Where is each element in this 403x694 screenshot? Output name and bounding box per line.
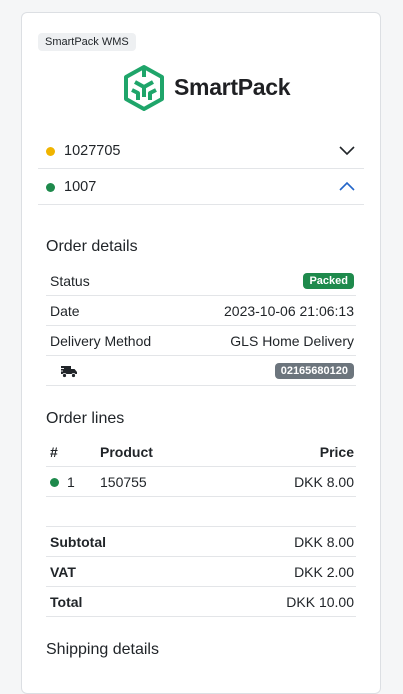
chevron-down-icon[interactable] (338, 143, 356, 157)
order-card: SmartPack WMS SmartPack 1027705 1007 Ord… (21, 12, 381, 694)
tracking-row: 02165680120 (46, 356, 356, 386)
subtotal-label: Subtotal (50, 534, 106, 550)
logo-text: SmartPack (174, 74, 291, 100)
total-label: Total (50, 594, 83, 610)
date-value: 2023-10-06 21:06:13 (224, 303, 354, 319)
order-details-title: Order details (46, 238, 138, 255)
line-product: 150755 (100, 474, 147, 490)
tracking-number-badge[interactable]: 02165680120 (274, 363, 354, 379)
line-number: 1 (67, 474, 75, 490)
order-number: 1027705 (64, 143, 121, 159)
vat-row: VAT DKK 2.00 (46, 557, 356, 587)
vat-value: DKK 2.00 (294, 564, 354, 580)
line-status-dot (50, 478, 59, 487)
col-header-num: # (50, 444, 58, 460)
order-accordion-1007[interactable]: 1007 (38, 169, 364, 205)
total-row: Total DKK 10.00 (46, 587, 356, 617)
order-accordion-1027705[interactable]: 1027705 (38, 133, 364, 169)
delivery-label: Delivery Method (50, 333, 152, 349)
delivery-row: Delivery Method GLS Home Delivery (46, 326, 356, 356)
shipping-details-title: Shipping details (46, 641, 159, 658)
date-label: Date (50, 303, 80, 319)
status-badge: Packed (303, 273, 354, 289)
delivery-value: GLS Home Delivery (230, 333, 354, 349)
subtotal-value: DKK 8.00 (294, 534, 354, 550)
order-lines-header: # Product Price (46, 437, 356, 467)
col-header-price: Price (319, 444, 354, 460)
truck-icon (60, 366, 77, 378)
line-price: DKK 8.00 (294, 474, 354, 490)
status-dot-packed (46, 183, 55, 192)
chevron-up-icon[interactable] (338, 179, 356, 193)
vat-label: VAT (50, 564, 76, 580)
app-badge: SmartPack WMS (38, 33, 136, 51)
col-header-product: Product (100, 444, 153, 460)
order-lines-title: Order lines (46, 410, 125, 427)
status-dot-pending (46, 147, 55, 156)
smartpack-logo: SmartPack (122, 64, 291, 112)
subtotal-row: Subtotal DKK 8.00 (46, 527, 356, 557)
total-value: DKK 10.00 (286, 594, 354, 610)
status-label: Status (50, 273, 90, 289)
status-row: Status Packed (46, 266, 356, 296)
smartpack-logo-icon (124, 65, 164, 111)
order-number: 1007 (64, 179, 97, 195)
date-row: Date 2023-10-06 21:06:13 (46, 296, 356, 326)
order-line-row: 1 150755 DKK 8.00 (46, 467, 356, 497)
